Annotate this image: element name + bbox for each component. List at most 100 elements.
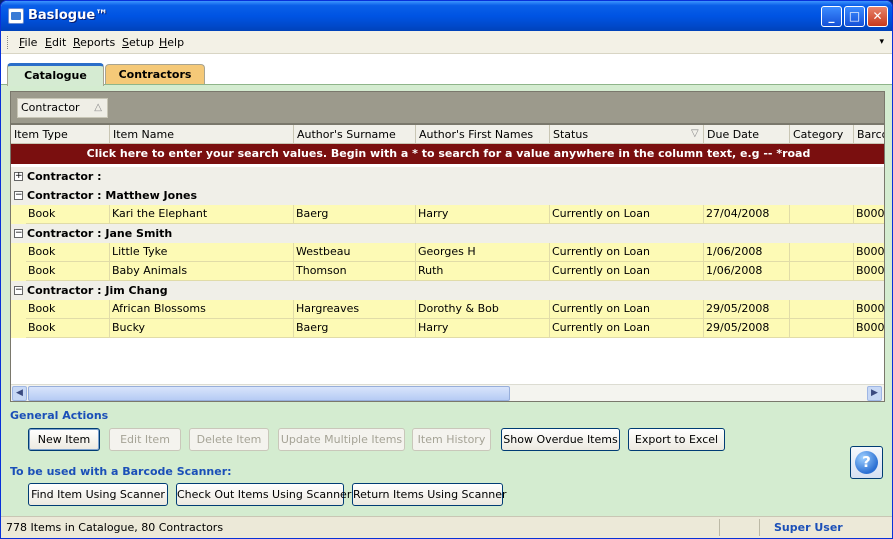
cell-item-type[interactable]: Book	[26, 243, 110, 262]
maximize-button[interactable]: □	[844, 6, 865, 27]
cell-status[interactable]: Currently on Loan	[550, 243, 704, 262]
table-row[interactable]: Book Bucky Baerg Harry Currently on Loan 29/0…	[11, 319, 884, 338]
menu-file[interactable]: File	[19, 36, 37, 49]
cell-status[interactable]: Currently on Loan	[550, 262, 704, 281]
cell-status[interactable]: Currently on Loan	[550, 319, 704, 338]
table-row[interactable]: Book Little Tyke Westbeau Georges H Currentl…	[11, 243, 884, 262]
col-category[interactable]: Category	[790, 125, 854, 144]
cell-authors-first-names[interactable]: Harry	[416, 205, 550, 224]
cell-barcode[interactable]: B0000	[854, 262, 884, 281]
cell-authors-first-names[interactable]: Ruth	[416, 262, 550, 281]
cell-due-date[interactable]: 27/04/2008	[704, 205, 790, 224]
cell-barcode[interactable]: B0000	[854, 243, 884, 262]
cell-authors-first-names[interactable]: Harry	[416, 319, 550, 338]
cell-category[interactable]	[790, 205, 854, 224]
cell-item-type[interactable]: Book	[26, 300, 110, 319]
menu-edit[interactable]: Edit	[45, 36, 66, 49]
table-row[interactable]: Book Baby Animals Thomson Ruth Currently on …	[11, 262, 884, 281]
edit-item-button[interactable]: Edit Item	[109, 428, 181, 451]
col-authors-surname[interactable]: Author's Surname	[294, 125, 416, 144]
cell-authors-first-names[interactable]: Georges H	[416, 243, 550, 262]
cell-barcode[interactable]: B0000	[854, 319, 884, 338]
cell-item-name[interactable]: Kari the Elephant	[110, 205, 294, 224]
filter-icon[interactable]: ▽	[691, 125, 699, 143]
scroll-thumb[interactable]	[28, 386, 510, 401]
cell-due-date[interactable]: 1/06/2008	[704, 243, 790, 262]
collapse-icon[interactable]: −	[14, 229, 23, 238]
scroll-right-icon[interactable]: ▶	[867, 386, 882, 401]
tab-catalogue[interactable]: Catalogue	[7, 63, 104, 86]
cell-due-date[interactable]: 1/06/2008	[704, 262, 790, 281]
group-row[interactable]: − Contractor : Jim Chang	[11, 281, 884, 300]
update-multiple-items-button[interactable]: Update Multiple Items	[278, 428, 405, 451]
cell-authors-first-names[interactable]: Dorothy & Bob	[416, 300, 550, 319]
cell-authors-surname[interactable]: Baerg	[294, 319, 416, 338]
table-row[interactable]: Book Kari the Elephant Baerg Harry Currently…	[11, 205, 884, 224]
collapse-icon[interactable]: −	[14, 191, 23, 200]
horizontal-scrollbar[interactable]: ◀ ▶	[11, 384, 884, 401]
expand-icon[interactable]: +	[14, 172, 23, 181]
cell-due-date[interactable]: 29/05/2008	[704, 319, 790, 338]
client-area: Catalogue Contractors Contractor △ Item …	[1, 54, 892, 516]
menu-help[interactable]: Help	[159, 36, 184, 49]
help-button[interactable]: ?	[850, 446, 883, 479]
cell-item-name[interactable]: Bucky	[110, 319, 294, 338]
group-row[interactable]: + Contractor :	[11, 167, 884, 186]
col-item-name[interactable]: Item Name	[110, 125, 294, 144]
col-status[interactable]: Status	[550, 125, 704, 144]
col-barcode[interactable]: Barco	[854, 125, 884, 144]
cell-status[interactable]: Currently on Loan	[550, 300, 704, 319]
check-out-items-using-scanner-button[interactable]: Check Out Items Using Scanner	[176, 483, 351, 506]
cell-authors-surname[interactable]: Baerg	[294, 205, 416, 224]
cell-item-type[interactable]: Book	[26, 262, 110, 281]
cell-authors-surname[interactable]: Thomson	[294, 262, 416, 281]
new-item-button[interactable]: New Item	[28, 428, 100, 451]
menu-setup[interactable]: Setup	[122, 36, 154, 49]
grid-header: Item Type Item Name Author's Surname Aut…	[11, 125, 884, 144]
menu-reports[interactable]: Reports	[73, 36, 115, 49]
group-row[interactable]: − Contractor : Jane Smith	[11, 224, 884, 243]
col-item-type[interactable]: Item Type	[11, 125, 110, 144]
delete-item-button[interactable]: Delete Item	[189, 428, 269, 451]
return-items-using-scanner-button[interactable]: Return Items Using Scanner	[352, 483, 507, 506]
sort-ascending-icon: △	[94, 102, 102, 113]
cell-item-type[interactable]: Book	[26, 319, 110, 338]
cell-due-date[interactable]: 29/05/2008	[704, 300, 790, 319]
table-row[interactable]: Book African Blossoms Hargreaves Dorothy & …	[11, 300, 884, 319]
item-history-button[interactable]: Item History	[412, 428, 491, 451]
tab-contractors[interactable]: Contractors	[105, 64, 205, 85]
close-button[interactable]: ✕	[867, 6, 888, 27]
scroll-left-icon[interactable]: ◀	[12, 386, 27, 401]
cell-authors-surname[interactable]: Westbeau	[294, 243, 416, 262]
help-icon: ?	[855, 451, 878, 474]
window-title: Baslogue™	[28, 8, 109, 23]
menu-overflow-icon[interactable]: ▾	[879, 37, 884, 47]
col-authors-first-names[interactable]: Author's First Names	[416, 125, 550, 144]
group-row[interactable]: − Contractor : Matthew Jones	[11, 186, 884, 205]
cell-authors-surname[interactable]: Hargreaves	[294, 300, 416, 319]
cell-category[interactable]	[790, 262, 854, 281]
app-icon	[8, 8, 24, 24]
cell-barcode[interactable]: B0000	[854, 300, 884, 319]
group-by-contractor-chip[interactable]: Contractor △	[17, 98, 108, 118]
cell-category[interactable]	[790, 243, 854, 262]
cell-item-type[interactable]: Book	[26, 205, 110, 224]
collapse-icon[interactable]: −	[14, 286, 23, 295]
cell-item-name[interactable]: Little Tyke	[110, 243, 294, 262]
find-item-using-scanner-button[interactable]: Find Item Using Scanner	[28, 483, 168, 506]
cell-item-name[interactable]: African Blossoms	[110, 300, 294, 319]
cell-item-name[interactable]: Baby Animals	[110, 262, 294, 281]
cell-barcode[interactable]: B0000	[854, 205, 884, 224]
cell-category[interactable]	[790, 319, 854, 338]
col-due-date[interactable]: Due Date	[704, 125, 790, 144]
menu-bar: File Edit Reports Setup Help ▾	[1, 31, 892, 54]
search-filter-row[interactable]: Click here to enter your search values. …	[11, 144, 884, 164]
group-by-area: Contractor △	[10, 91, 885, 124]
cell-category[interactable]	[790, 300, 854, 319]
minimize-button[interactable]: _	[821, 6, 842, 27]
export-to-excel-button[interactable]: Export to Excel	[628, 428, 725, 451]
group-label: Contractor : Jane Smith	[27, 227, 173, 240]
menu-grip	[7, 36, 10, 49]
cell-status[interactable]: Currently on Loan	[550, 205, 704, 224]
show-overdue-items-button[interactable]: Show Overdue Items	[501, 428, 620, 451]
